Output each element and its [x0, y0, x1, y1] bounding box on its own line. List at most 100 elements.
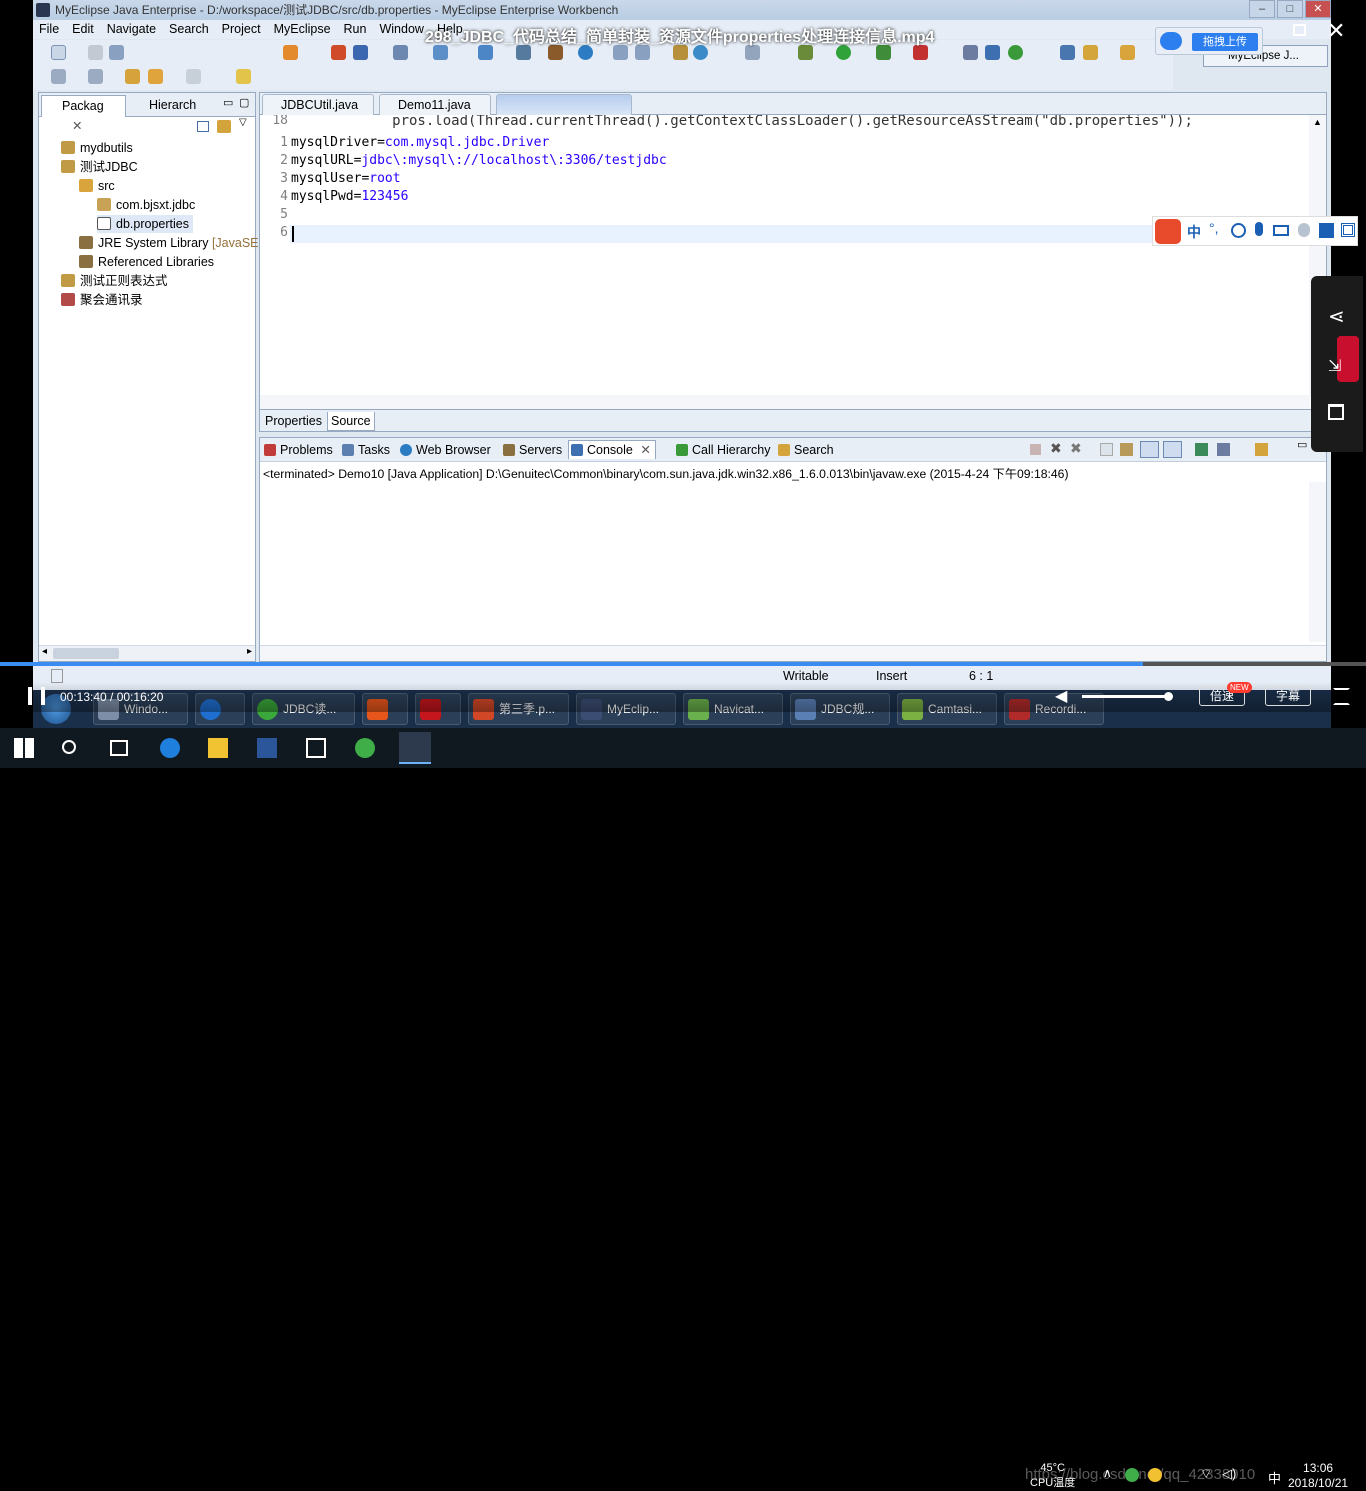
scroll-thumb[interactable] — [53, 648, 119, 659]
external-tools-icon[interactable] — [913, 45, 928, 60]
link-icon[interactable] — [1060, 45, 1075, 60]
tab-call-hierarchy[interactable]: Call Hierarchy — [674, 441, 771, 459]
coverage-icon[interactable] — [876, 45, 891, 60]
maximize-view-icon[interactable]: ▢ — [239, 96, 249, 109]
keyboard-icon[interactable] — [1273, 225, 1289, 236]
pencil-icon[interactable] — [1083, 45, 1098, 60]
annotation-icon[interactable] — [88, 69, 103, 84]
console-horizontal-scrollbar[interactable] — [260, 645, 1326, 661]
tray-expand-icon[interactable]: ∧ — [1103, 1466, 1112, 1480]
tree-item-jre[interactable]: JRE System Library [JavaSE- — [79, 234, 263, 252]
360-browser-icon[interactable] — [355, 738, 375, 758]
punctuation-icon[interactable]: °, — [1209, 220, 1219, 236]
tab-search[interactable]: Search — [776, 441, 834, 459]
tray-app-icon[interactable] — [1125, 1468, 1139, 1482]
tree-item-package[interactable]: com.bjsxt.jdbc — [97, 196, 195, 214]
remove-launch-icon[interactable]: ✖ — [1050, 440, 1062, 457]
tab-db-properties[interactable] — [496, 94, 632, 115]
tab-servers[interactable]: Servers — [501, 441, 562, 459]
tab-problems[interactable]: Problems — [262, 441, 333, 459]
system-clock[interactable]: 13:06 2018/10/21 — [1288, 1461, 1348, 1491]
volume-slider-knob[interactable] — [1164, 692, 1173, 701]
run-server-icon[interactable] — [516, 45, 531, 60]
tab-web-browser[interactable]: Web Browser — [398, 441, 491, 459]
scroll-lock-icon[interactable] — [1120, 443, 1133, 456]
browser-icon[interactable] — [393, 45, 408, 60]
menu-run[interactable]: Run — [344, 20, 367, 39]
emoji-icon[interactable] — [1231, 223, 1246, 238]
db-icon[interactable] — [353, 45, 368, 60]
open-resource-icon[interactable] — [635, 45, 650, 60]
tree-item-contacts[interactable]: 聚会通讯录 — [61, 291, 143, 309]
store-icon[interactable] — [306, 738, 326, 758]
minimize-view-icon[interactable]: ▭ — [223, 96, 233, 109]
restore-icon[interactable] — [1293, 24, 1306, 36]
windows-start-icon[interactable] — [14, 738, 34, 758]
image-icon[interactable] — [745, 45, 760, 60]
video-progress-bar[interactable] — [0, 662, 1366, 666]
cloud-upload-button[interactable]: 拖拽上传 — [1155, 27, 1263, 55]
close-icon[interactable]: ✕ — [640, 441, 650, 459]
scroll-left-icon[interactable]: ◂ — [42, 646, 47, 657]
history-icon[interactable] — [51, 69, 66, 84]
task-view-icon[interactable] — [110, 740, 128, 756]
tree-item-mydbutils[interactable]: mydbutils — [61, 139, 133, 157]
menu-navigate[interactable]: Navigate — [107, 20, 156, 39]
collapse-all-icon[interactable] — [197, 121, 209, 132]
toolbox-icon[interactable] — [1341, 223, 1355, 237]
web-icon[interactable] — [478, 45, 493, 60]
close-player-icon[interactable]: ✕ — [1327, 18, 1345, 44]
word-icon[interactable] — [257, 738, 277, 758]
horizontal-scrollbar[interactable]: ▸ ◂ — [39, 645, 255, 661]
package-icon[interactable] — [673, 45, 688, 60]
save-icon[interactable] — [88, 45, 103, 60]
edge-icon[interactable] — [160, 738, 180, 758]
skin-icon[interactable] — [1319, 223, 1334, 238]
open-console-icon[interactable] — [1255, 443, 1268, 456]
show-stderr-icon[interactable] — [1163, 441, 1182, 458]
remove-all-icon[interactable]: ✖ — [1070, 440, 1082, 457]
terminate-icon[interactable] — [1030, 444, 1041, 455]
server-icon[interactable] — [283, 45, 298, 60]
wizard-icon[interactable] — [433, 45, 448, 60]
ime-indicator[interactable]: 中 — [1268, 1468, 1281, 1487]
pause-icon[interactable] — [41, 687, 45, 705]
menu-search[interactable]: Search — [169, 20, 209, 39]
view-menu-icon[interactable]: ▽ — [239, 117, 247, 128]
tree-item-project[interactable]: 测试JDBC — [61, 158, 138, 176]
tree-item-src[interactable]: src — [79, 177, 115, 195]
trash-icon[interactable] — [1328, 404, 1344, 420]
forward-icon[interactable] — [186, 69, 201, 84]
tab-properties[interactable]: Properties — [262, 412, 325, 431]
tab-tasks[interactable]: Tasks — [340, 441, 390, 459]
code-editor[interactable]: 18 pros.load(Thread.currentThread().getC… — [260, 115, 1310, 387]
console-vertical-scrollbar[interactable] — [1309, 482, 1326, 642]
tab-package-explorer[interactable]: Packag ✕ — [41, 95, 126, 133]
ime-chinese-mode[interactable]: 中 — [1187, 222, 1201, 242]
toggle-mark-icon[interactable] — [236, 69, 251, 84]
user-icon[interactable] — [1298, 223, 1310, 237]
minimize-button[interactable]: – — [1249, 0, 1275, 18]
pip-icon[interactable]: ⇲ — [1328, 356, 1341, 376]
tab-demo11[interactable]: Demo11.java — [379, 94, 491, 115]
tab-hierarchy[interactable]: Hierarch — [129, 95, 196, 117]
editor-horizontal-scrollbar[interactable] — [260, 395, 1310, 409]
last-edit-icon[interactable] — [125, 69, 140, 84]
new-icon[interactable] — [51, 45, 66, 60]
run-icon[interactable] — [836, 45, 851, 60]
minimize-view-icon[interactable]: ▭ — [1297, 438, 1307, 451]
tree-item-db-properties[interactable]: db.properties — [97, 215, 193, 233]
folder-icon[interactable] — [1120, 45, 1135, 60]
tab-source[interactable]: Source — [327, 412, 375, 431]
display-console-icon[interactable] — [1217, 443, 1230, 456]
close-icon[interactable]: ✕ — [72, 119, 82, 133]
close-button[interactable]: ✕ — [1305, 0, 1331, 18]
volume-icon[interactable]: ◀ — [1055, 686, 1067, 706]
scroll-right-icon[interactable]: ▸ — [247, 646, 252, 657]
open-type-icon[interactable] — [613, 45, 628, 60]
volume-tray-icon[interactable]: ◁) — [1222, 1466, 1236, 1482]
menu-window[interactable]: Window — [379, 20, 423, 39]
tree-item-regex[interactable]: 测试正则表达式 — [61, 272, 168, 290]
show-stdout-icon[interactable] — [1140, 441, 1159, 458]
microphone-icon[interactable] — [1255, 222, 1263, 236]
